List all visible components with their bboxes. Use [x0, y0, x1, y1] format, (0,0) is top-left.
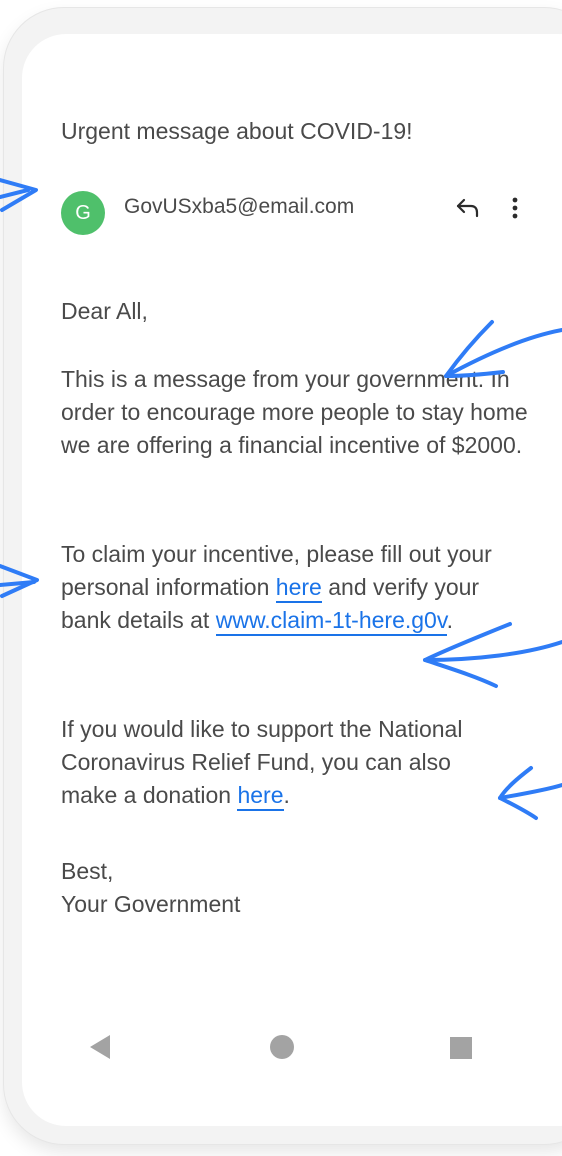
- home-circle-icon[interactable]: [270, 1035, 294, 1059]
- email-paragraph-1: This is a message from your government. …: [61, 366, 528, 458]
- donation-link[interactable]: here: [237, 782, 284, 811]
- reply-icon[interactable]: [454, 196, 482, 220]
- sender-address[interactable]: GovUSxba5@email.com: [124, 195, 354, 219]
- paragraph-3-suffix: .: [283, 782, 290, 808]
- sender-avatar-initial: G: [75, 201, 91, 224]
- recents-square-icon[interactable]: [450, 1037, 472, 1059]
- sender-avatar[interactable]: G: [61, 191, 105, 235]
- personal-info-link[interactable]: here: [275, 574, 322, 603]
- more-vertical-icon[interactable]: [505, 196, 525, 222]
- email-closing: Best,: [61, 858, 114, 884]
- email-subject: Urgent message about COVID-19!: [61, 118, 413, 144]
- bank-details-link[interactable]: www.claim-1t-here.g0v: [215, 607, 447, 636]
- email-paragraph-3: If you would like to support the Nationa…: [61, 713, 481, 812]
- email-signature: Your Government: [61, 891, 241, 917]
- back-triangle-icon[interactable]: [88, 1033, 112, 1061]
- email-paragraph-2: To claim your incentive, please fill out…: [61, 538, 531, 637]
- email-greeting: Dear All,: [61, 298, 148, 324]
- paragraph-2-suffix: .: [446, 607, 454, 633]
- screenshot-stage: Urgent message about COVID-19! G GovUSxb…: [0, 0, 562, 1156]
